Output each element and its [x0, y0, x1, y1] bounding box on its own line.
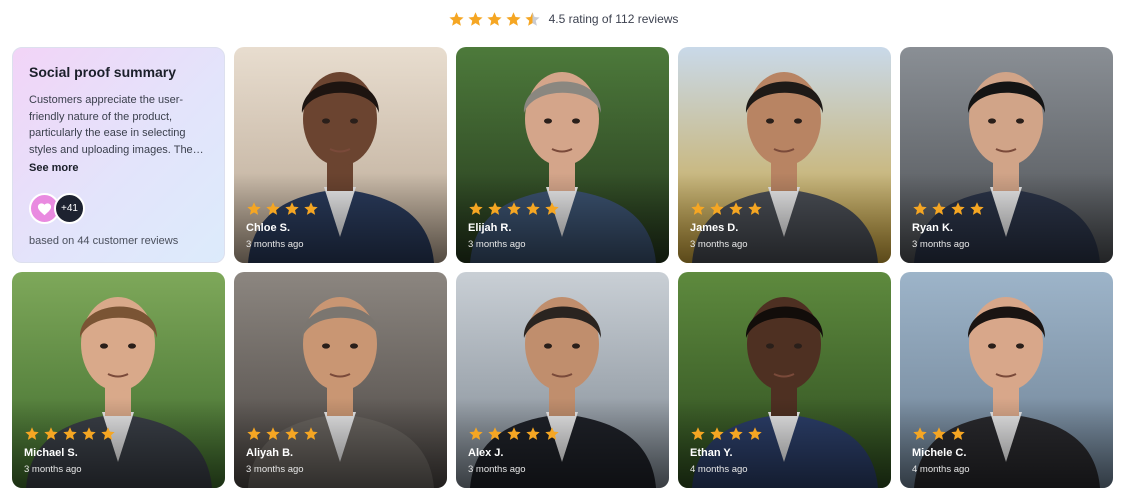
review-card[interactable]: Elijah R. 3 months ago [456, 47, 669, 263]
reviewer-name: Aliyah B. [246, 447, 294, 459]
star-icon [526, 202, 540, 215]
star-icon [44, 427, 58, 440]
star-icon [526, 427, 540, 440]
review-card[interactable]: Ethan Y. 4 months ago [678, 272, 891, 488]
review-stars [24, 426, 116, 442]
star-icon [285, 427, 299, 440]
star-icon [488, 202, 502, 215]
star-icon [748, 202, 762, 215]
review-stars [468, 201, 560, 217]
star-icon [304, 427, 318, 440]
star-icon [247, 427, 261, 440]
star-icon [448, 11, 464, 26]
star-icon [545, 202, 559, 215]
reviewer-name: Ethan Y. [690, 447, 733, 459]
review-card[interactable]: Ryan K. 3 months ago [900, 47, 1113, 263]
star-icon [505, 11, 521, 26]
star-icon [951, 427, 965, 440]
review-time: 3 months ago [912, 239, 970, 250]
review-stars [912, 426, 966, 442]
review-card[interactable]: Aliyah B. 3 months ago [234, 272, 447, 488]
review-card[interactable]: James D. 3 months ago [678, 47, 891, 263]
star-icon [951, 202, 965, 215]
review-time: 3 months ago [246, 239, 304, 250]
star-icon [524, 11, 540, 26]
review-stars [690, 201, 763, 217]
review-card[interactable]: Michele C. 4 months ago [900, 272, 1113, 488]
review-time: 3 months ago [468, 464, 526, 475]
reviewer-name: Michele C. [912, 447, 967, 459]
star-icon [932, 202, 946, 215]
star-icon [729, 427, 743, 440]
review-stars [246, 201, 319, 217]
reviewer-name: Alex J. [468, 447, 504, 459]
star-icon [507, 202, 521, 215]
star-icon [247, 202, 261, 215]
reviewer-name: Ryan K. [912, 222, 953, 234]
review-time: 3 months ago [246, 464, 304, 475]
star-icon [488, 427, 502, 440]
star-icon [710, 202, 724, 215]
star-icon [467, 11, 483, 26]
rating-summary-bar: 4.5 rating of 112 reviews [0, 9, 1126, 29]
star-icon [729, 202, 743, 215]
review-stars [690, 426, 763, 442]
reviewer-name: Elijah R. [468, 222, 512, 234]
review-stars [912, 201, 985, 217]
summary-text: Customers appreciate the user-friendly n… [29, 94, 204, 156]
review-time: 4 months ago [690, 464, 748, 475]
rating-stars [448, 11, 541, 28]
star-icon [913, 427, 927, 440]
review-time: 3 months ago [690, 239, 748, 250]
star-icon [691, 427, 705, 440]
star-icon [101, 427, 115, 440]
review-stars [468, 426, 560, 442]
star-icon [266, 427, 280, 440]
summary-title: Social proof summary [29, 64, 177, 80]
review-time: 3 months ago [24, 464, 82, 475]
star-icon [507, 427, 521, 440]
star-icon [913, 202, 927, 215]
reviewer-name: James D. [690, 222, 739, 234]
star-icon [82, 427, 96, 440]
social-proof-summary-card: Social proof summary Customers appreciat… [12, 47, 225, 263]
review-time: 3 months ago [468, 239, 526, 250]
review-time: 4 months ago [912, 464, 970, 475]
based-on-text: based on 44 customer reviews [29, 235, 179, 247]
star-icon [486, 11, 502, 26]
reviewer-name: Michael S. [24, 447, 78, 459]
star-icon [691, 202, 705, 215]
review-card[interactable]: Chloe S. 3 months ago [234, 47, 447, 263]
rating-text: 4.5 rating of 112 reviews [548, 12, 679, 26]
star-icon [748, 427, 762, 440]
star-icon [545, 427, 559, 440]
reviewer-name: Chloe S. [246, 222, 291, 234]
star-icon [710, 427, 724, 440]
star-icon [304, 202, 318, 215]
star-icon [63, 427, 77, 440]
reviewer-bubbles: +41 [29, 193, 85, 224]
see-more-link[interactable]: See more [29, 162, 79, 174]
star-icon [266, 202, 280, 215]
star-icon [970, 202, 984, 215]
star-icon [25, 427, 39, 440]
star-icon [469, 202, 483, 215]
star-icon [285, 202, 299, 215]
more-reviewers-badge[interactable]: +41 [54, 193, 85, 224]
review-stars [246, 426, 319, 442]
star-icon [932, 427, 946, 440]
review-card[interactable]: Alex J. 3 months ago [456, 272, 669, 488]
review-card[interactable]: Michael S. 3 months ago [12, 272, 225, 488]
star-icon [469, 427, 483, 440]
